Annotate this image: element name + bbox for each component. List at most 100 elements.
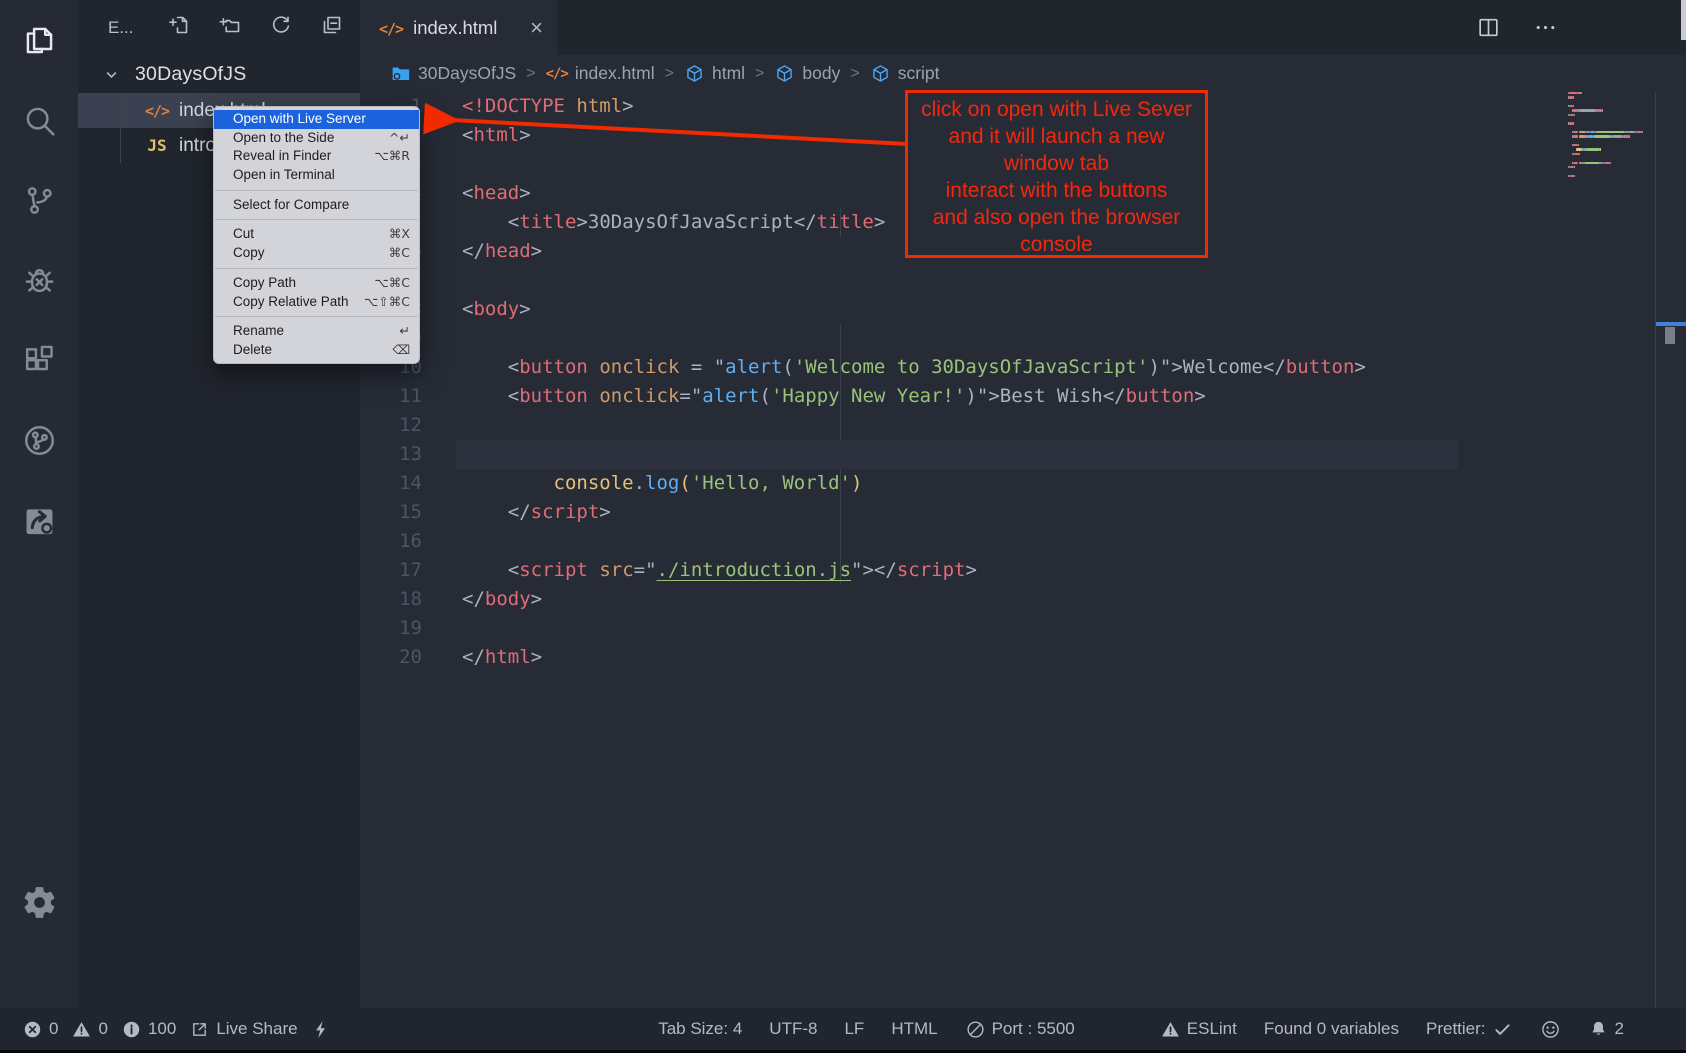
scrollbar-column [1655,92,1686,1008]
line-number: 14 [360,469,422,498]
code-line-20[interactable]: 20</html> [360,643,1686,672]
folder-icon [390,63,411,84]
activity-bar-item-debug[interactable] [0,240,78,320]
status-label: ESLint [1187,1019,1237,1039]
menu-separator [215,190,418,191]
warning-icon [1160,1019,1181,1040]
menu-item-copy[interactable]: Copy⌘C [214,244,419,263]
vscode-window: E... 30DaysOfJS </>index.htmlJSintroduct… [0,0,1686,1053]
line-number: 11 [360,382,422,411]
status-warnings[interactable]: 0 [71,1019,107,1040]
menu-item-delete[interactable]: Delete⌫ [214,341,419,360]
menu-item-open-with-live-server[interactable]: Open with Live Server [214,110,419,129]
status-notifications[interactable]: 2 [1588,1019,1624,1040]
tab-strip: </> index.html × [360,0,1686,55]
status-encoding[interactable]: UTF-8 [769,1019,817,1039]
menu-item-cut[interactable]: Cut⌘X [214,225,419,244]
refresh-button[interactable] [269,13,293,42]
code-line-18[interactable]: 18</body> [360,585,1686,614]
breadcrumb-separator: > [663,65,676,83]
more-actions-icon[interactable] [1533,15,1558,40]
status-language[interactable]: HTML [891,1019,937,1039]
menu-item-rename[interactable]: Rename↵ [214,322,419,341]
menu-item-open-in-terminal[interactable]: Open in Terminal [214,166,419,185]
close-icon[interactable]: × [530,17,543,39]
new-file-button[interactable] [167,13,191,42]
code-line-15[interactable]: 15 </script> [360,498,1686,527]
activity-bar-item-explorer[interactable] [0,0,78,80]
breadcrumb-item-script[interactable]: script [870,63,940,84]
new-folder-button[interactable] [218,13,242,42]
activity-bar-item-settings[interactable] [0,862,78,942]
activity-bar-item-source-control[interactable] [0,160,78,240]
status-infos[interactable]: 100 [121,1019,176,1040]
status-label: Tab Size: 4 [658,1019,742,1039]
code-line-12[interactable]: 12 [360,411,1686,440]
code-line-16[interactable]: 16 [360,527,1686,556]
activity-bar-item-gitlens[interactable] [0,400,78,480]
breadcrumb-label: 30DaysOfJS [418,63,516,84]
js-icon: JS [144,136,170,155]
breadcrumb-item-body[interactable]: body [774,63,840,84]
circle-branch-icon [21,422,58,459]
code-line-14[interactable]: 14 console.log('Hello, World') [360,469,1686,498]
status-tab-size[interactable]: Tab Size: 4 [658,1019,742,1039]
menu-item-reveal-in-finder[interactable]: Reveal in Finder⌥⌘R [214,147,419,166]
activity-bar-item-extensions[interactable] [0,320,78,400]
smiley-icon [1540,1019,1561,1040]
menu-item-copy-relative-path[interactable]: Copy Relative Path⌥⇧⌘C [214,293,419,312]
status-prettier[interactable]: Prettier: [1426,1019,1513,1040]
menu-separator [215,268,418,269]
info-icon [121,1019,142,1040]
collapse-all-button[interactable] [320,13,344,42]
activity-bar-item-search[interactable] [0,80,78,160]
code-line-11[interactable]: 11 <button onclick="alert('Happy New Yea… [360,382,1686,411]
tab-label: index.html [413,17,497,39]
status-live-share[interactable]: Live Share [189,1019,297,1040]
activity-bar [0,0,78,1008]
current-line-highlight [456,440,1458,469]
status-label: 0 [98,1019,107,1039]
code-line-7[interactable]: 7 [360,266,1686,295]
annotation-box: click on open with Live Sever and it wil… [905,90,1208,258]
menu-item-open-to-the-side[interactable]: Open to the Side^↵ [214,129,419,148]
status-eol[interactable]: LF [844,1019,864,1039]
tab-index-html[interactable]: </> index.html × [360,0,557,55]
debug-icon [21,262,58,299]
menu-item-select-for-compare[interactable]: Select for Compare [214,196,419,215]
code-line-13[interactable]: 13 <script> [360,440,1686,469]
breadcrumb-item-html[interactable]: html [684,63,745,84]
scrollbar-thumb[interactable] [1665,327,1675,344]
code-line-19[interactable]: 19 [360,614,1686,643]
breadcrumb-item-index.html[interactable]: </> index.html [546,63,655,84]
activity-bar-item-live-share[interactable] [0,480,78,560]
line-number: 15 [360,498,422,527]
line-number: 13 [360,440,422,469]
breadcrumb-item-30DaysOfJS[interactable]: 30DaysOfJS [390,63,516,84]
code-line-10[interactable]: 10 <button onclick = "alert('Welcome to … [360,353,1686,382]
status-eslint[interactable]: ESLint [1160,1019,1237,1040]
status-errors[interactable]: 0 [22,1019,58,1040]
html-icon: </> [144,102,170,120]
breadcrumb-label: index.html [575,63,655,84]
cube-icon [870,63,891,84]
status-quick-action[interactable] [311,1019,332,1040]
minimap[interactable] [1568,92,1650,179]
status-variables[interactable]: Found 0 variables [1264,1019,1399,1039]
warning-icon [71,1019,92,1040]
breadcrumb-separator: > [524,65,537,83]
split-editor-icon[interactable] [1476,15,1501,40]
bell-icon [1588,1019,1609,1040]
status-label: Found 0 variables [1264,1019,1399,1039]
code-line-17[interactable]: 17 <script src="./introduction.js"></scr… [360,556,1686,585]
code-line-8[interactable]: 8<body> [360,295,1686,324]
tree-root-folder[interactable]: 30DaysOfJS [78,55,360,93]
html-icon: </> [546,66,568,82]
share-arrow-icon [21,502,58,539]
menu-item-copy-path[interactable]: Copy Path⌥⌘C [214,274,419,293]
files-icon [21,22,58,59]
cube-icon [774,63,795,84]
status-feedback[interactable] [1540,1019,1561,1040]
code-line-9[interactable]: 9 [360,324,1686,353]
status-port[interactable]: Port : 5500 [965,1019,1075,1040]
